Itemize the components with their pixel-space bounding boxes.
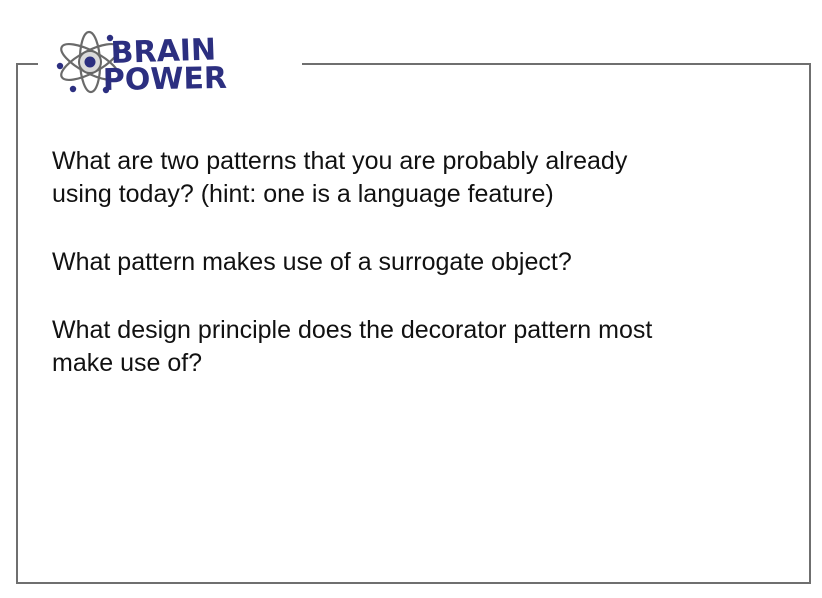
logo-line-2: POWER (103, 61, 228, 98)
question-1: What are two patterns that you are proba… (52, 147, 628, 208)
brain-power-logo: BRAIN POWER (42, 18, 302, 102)
slide-page: BRAIN POWER What are two patterns that y… (0, 0, 822, 598)
atom-logo-svg: BRAIN POWER (56, 30, 228, 98)
question-2: What pattern makes use of a surrogate ob… (52, 248, 572, 276)
question-3: What design principle does the decorator… (52, 316, 653, 377)
question-list: What are two patterns that you are proba… (52, 145, 782, 380)
